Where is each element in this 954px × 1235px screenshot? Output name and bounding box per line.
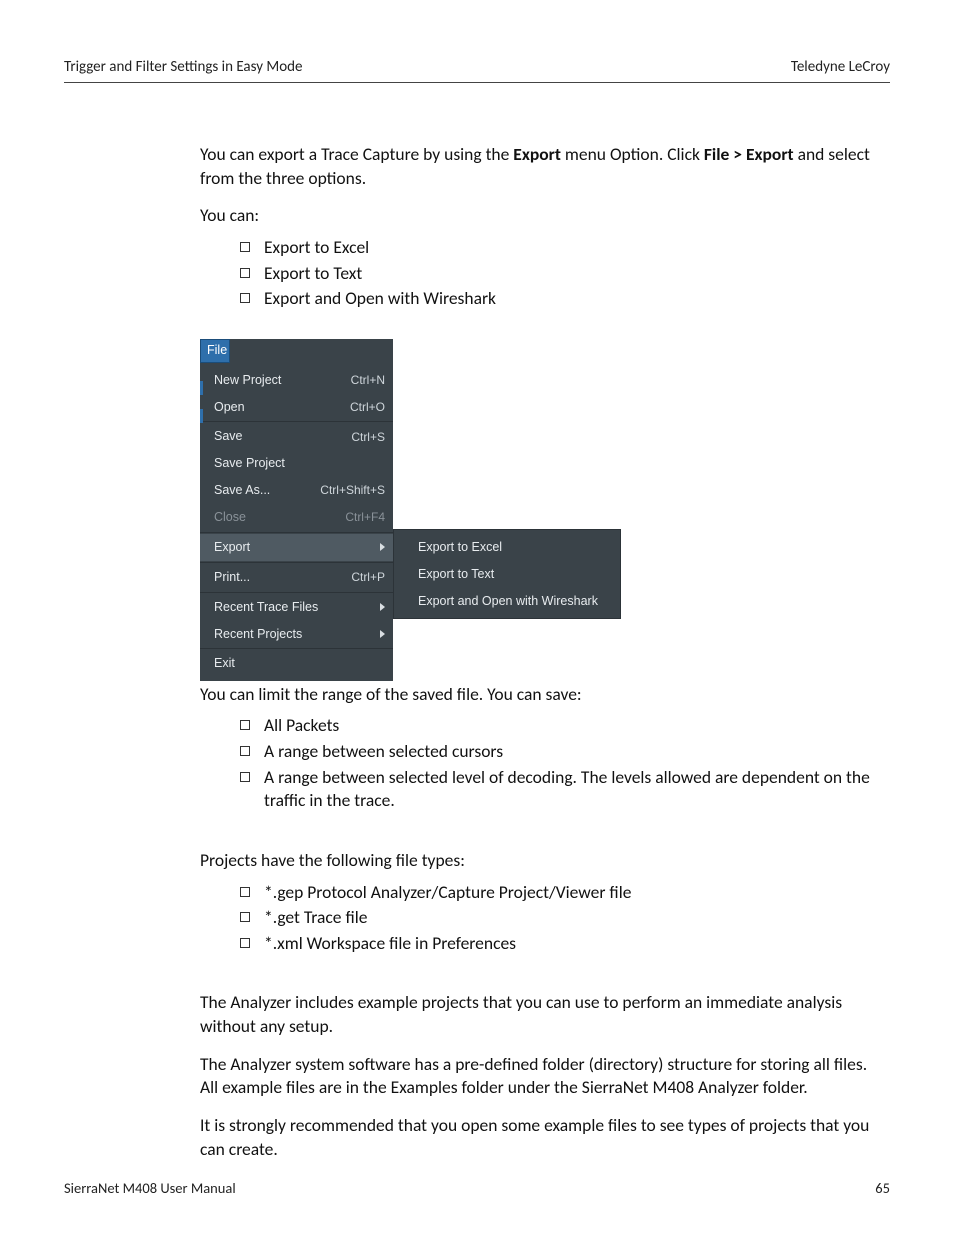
- header-company: Teledyne LeCroy: [791, 58, 890, 76]
- text: You can export a Trace Capture by using …: [200, 143, 513, 165]
- menu-item-shortcut: Ctrl+O: [350, 399, 385, 415]
- menu-item-label: Recent Trace Files: [214, 599, 318, 616]
- export-submenu: Export to Excel Export to Text Export an…: [393, 529, 621, 620]
- menu-item-export[interactable]: Export: [200, 534, 393, 561]
- footer-page-number: 65: [875, 1179, 890, 1197]
- file-menu-screenshot: File New Project Ctrl+N Open Ctrl+O Save Ct…: [200, 339, 870, 645]
- menu-item-label: Save: [214, 428, 243, 445]
- submenu-arrow-icon: [380, 603, 385, 611]
- list-item-text: Export and Open with Wireshark: [264, 287, 870, 311]
- list-item-text: *.gep Protocol Analyzer/Capture Project/…: [264, 881, 870, 905]
- page-header: Trigger and Filter Settings in Easy Mode…: [64, 58, 890, 83]
- menu-item-shortcut: Ctrl+P: [351, 569, 385, 585]
- intro-paragraph-2: You can:: [200, 204, 870, 228]
- menu-item-label: Save Project: [214, 455, 285, 472]
- file-menu-tab[interactable]: File: [200, 339, 230, 363]
- menu-item-label: Export to Excel: [418, 539, 502, 556]
- checkbox-bullet-icon: [240, 268, 250, 278]
- list-item-text: Export to Text: [264, 262, 870, 286]
- menu-item-label: Export and Open with Wireshark: [418, 593, 598, 610]
- list-item-text: *.xml Workspace file in Preferences: [264, 932, 870, 956]
- menu-item-new-project[interactable]: New Project Ctrl+N: [200, 367, 393, 394]
- menu-separator: [200, 532, 393, 533]
- list-item-text: All Packets: [264, 714, 870, 738]
- list-item-text: Export to Excel: [264, 236, 870, 260]
- menu-separator: [200, 592, 393, 593]
- export-options-list: Export to Excel Export to Text Export an…: [240, 236, 870, 311]
- menu-item-label: Open: [214, 399, 245, 416]
- list-item: Export to Text: [240, 262, 870, 286]
- menu-item-save-project[interactable]: Save Project: [200, 450, 393, 477]
- menu-item-shortcut: Ctrl+Shift+S: [320, 482, 385, 498]
- menu-item-open[interactable]: Open Ctrl+O: [200, 394, 393, 421]
- checkbox-bullet-icon: [240, 772, 250, 782]
- menu-item-label: Exit: [214, 655, 235, 672]
- text-bold: File > Export: [704, 143, 794, 165]
- menu-item-label: Save As...: [214, 482, 270, 499]
- intro-paragraph-1: You can export a Trace Capture by using …: [200, 143, 870, 190]
- list-item: Export to Excel: [240, 236, 870, 260]
- menu-item-label: Export to Text: [418, 566, 494, 583]
- range-list: All Packets A range between selected cur…: [240, 714, 870, 813]
- submenu-arrow-icon: [380, 543, 385, 551]
- menu-item-recent-projects[interactable]: Recent Projects: [200, 621, 393, 648]
- menu-item-exit[interactable]: Exit: [200, 650, 393, 677]
- list-item: Export and Open with Wireshark: [240, 287, 870, 311]
- menu-marker-icon: [200, 381, 203, 395]
- menu-separator: [200, 562, 393, 563]
- menu-item-shortcut: Ctrl+F4: [345, 509, 385, 525]
- list-item-text: A range between selected cursors: [264, 740, 870, 764]
- submenu-item-export-excel[interactable]: Export to Excel: [394, 534, 620, 561]
- menu-separator: [200, 648, 393, 649]
- file-menu: File New Project Ctrl+N Open Ctrl+O Save Ct…: [200, 339, 393, 682]
- file-menu-body: New ProjectCtrl+N OpenCtrl+O SaveCtrl+S …: [200, 363, 393, 682]
- page-content: You can export a Trace Capture by using …: [64, 143, 890, 1161]
- range-paragraph: You can limit the range of the saved fil…: [200, 683, 870, 707]
- checkbox-bullet-icon: [240, 720, 250, 730]
- text-bold: Export: [513, 143, 561, 165]
- closing-paragraph-3: It is strongly recommended that you open…: [200, 1114, 870, 1161]
- menu-item-shortcut: Ctrl+N: [351, 372, 385, 388]
- list-item-text: A range between selected level of decodi…: [264, 766, 870, 813]
- menu-item-close: Close Ctrl+F4: [200, 504, 393, 531]
- list-item: *.xml Workspace file in Preferences: [240, 932, 870, 956]
- filetypes-list: *.gep Protocol Analyzer/Capture Project/…: [240, 881, 870, 956]
- submenu-item-export-text[interactable]: Export to Text: [394, 561, 620, 588]
- submenu-arrow-icon: [380, 630, 385, 638]
- list-item: *.get Trace file: [240, 906, 870, 930]
- menu-marker-icon: [200, 409, 203, 423]
- checkbox-bullet-icon: [240, 242, 250, 252]
- menu-item-label: Recent Projects: [214, 626, 302, 643]
- text: menu Option. Click: [561, 143, 704, 165]
- closing-paragraph-1: The Analyzer includes example projects t…: [200, 991, 870, 1038]
- menu-item-recent-trace-files[interactable]: Recent Trace Files: [200, 594, 393, 621]
- page-footer: SierraNet M408 User Manual 65: [64, 1179, 890, 1197]
- list-item: *.gep Protocol Analyzer/Capture Project/…: [240, 881, 870, 905]
- submenu-item-export-wireshark[interactable]: Export and Open with Wireshark: [394, 588, 620, 615]
- menu-item-shortcut: Ctrl+S: [351, 429, 385, 445]
- menu-separator: [200, 421, 393, 422]
- list-item: A range between selected cursors: [240, 740, 870, 764]
- checkbox-bullet-icon: [240, 746, 250, 756]
- menu-item-label: Close: [214, 509, 246, 526]
- menu-item-save[interactable]: Save Ctrl+S: [200, 423, 393, 450]
- list-item: A range between selected level of decodi…: [240, 766, 870, 813]
- checkbox-bullet-icon: [240, 293, 250, 303]
- header-section-title: Trigger and Filter Settings in Easy Mode: [64, 58, 302, 76]
- checkbox-bullet-icon: [240, 887, 250, 897]
- menu-item-label: Print...: [214, 569, 250, 586]
- list-item: All Packets: [240, 714, 870, 738]
- checkbox-bullet-icon: [240, 912, 250, 922]
- checkbox-bullet-icon: [240, 938, 250, 948]
- list-item-text: *.get Trace file: [264, 906, 870, 930]
- filetypes-paragraph: Projects have the following file types:: [200, 849, 870, 873]
- menu-item-label: New Project: [214, 372, 281, 389]
- footer-manual-title: SierraNet M408 User Manual: [64, 1179, 236, 1197]
- closing-paragraph-2: The Analyzer system software has a pre-d…: [200, 1053, 870, 1100]
- menu-item-print[interactable]: Print... Ctrl+P: [200, 564, 393, 591]
- menu-item-label: Export: [214, 539, 250, 556]
- menu-item-save-as[interactable]: Save As... Ctrl+Shift+S: [200, 477, 393, 504]
